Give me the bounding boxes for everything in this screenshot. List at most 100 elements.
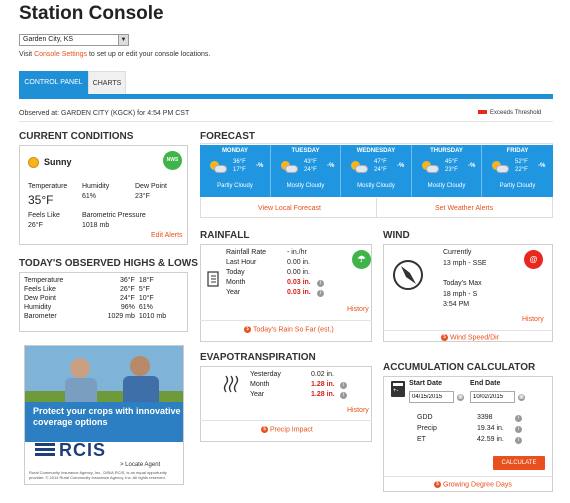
ad-headline: Protect your crops with innovative cover… <box>33 406 181 427</box>
rainfall-history-link[interactable]: History <box>347 306 369 313</box>
wind-swirl-icon: @ <box>524 250 543 269</box>
location-select[interactable]: Garden City, KS ▼ <box>19 34 129 46</box>
partly-cloudy-icon <box>208 159 228 175</box>
evapo-heading: EVAPOTRANSPIRATION <box>200 352 316 363</box>
wind-speed-dir-link[interactable]: $ Wind Speed/Dir <box>441 334 499 341</box>
console-settings-link[interactable]: Console Settings <box>34 51 87 58</box>
forecast-day-name: MONDAY <box>221 148 249 154</box>
calculate-button[interactable]: CALCULATE <box>493 456 545 470</box>
info-icon[interactable]: i <box>317 290 324 297</box>
forecast-temps: 43°F 24°F <box>304 158 317 174</box>
table-row: Temperature 36°F 18°F <box>22 276 185 285</box>
rain-value: 0.03 in. <box>287 289 311 296</box>
rainfall-heading: RAINFALL <box>200 230 250 241</box>
set-weather-alerts-link[interactable]: Set Weather Alerts <box>435 205 493 212</box>
calendar-icon[interactable]: ▦ <box>457 394 464 401</box>
forecast-temps: 45°F 23°F <box>445 158 458 174</box>
evapo-value: 1.28 in. <box>311 381 335 388</box>
forecast-high: 36°F <box>233 159 246 165</box>
rain-label: Last Hour <box>226 259 257 266</box>
divider <box>383 476 553 477</box>
rain-so-far-text: Today's Rain So Far (est.) <box>253 326 334 334</box>
forecast-desc: Mostly Cloudy <box>357 183 395 189</box>
table-row: Barometer 1029 mb 1010 mb <box>22 312 185 321</box>
end-date-field[interactable] <box>470 391 515 403</box>
forecast-day-name: THURSDAY <box>430 148 463 154</box>
advertisement[interactable]: Protect your crops with innovative cover… <box>24 345 184 485</box>
evapo-value: 0.02 in. <box>311 371 334 378</box>
row-low: 1010 mb <box>138 313 167 320</box>
row-label: Feels Like <box>24 286 56 293</box>
growing-degree-days-text: Growing Degree Days <box>443 481 512 489</box>
row-high: 36°F <box>119 277 135 284</box>
info-icon[interactable]: i <box>317 280 324 287</box>
evaporation-waves-icon <box>223 375 239 393</box>
forecast-heading: FORECAST <box>200 131 255 142</box>
precip-impact-link[interactable]: $ Precip Impact <box>261 426 313 433</box>
rain-so-far-link[interactable]: $ Today's Rain So Far (est.) <box>244 326 334 333</box>
forecast-day[interactable]: TUESDAY 43°F 24°F -% Mostly Cloudy <box>271 145 341 197</box>
forecast-low: 17°F <box>233 167 246 173</box>
forecast-precip-chance: -% <box>538 163 546 169</box>
locate-agent-link[interactable]: > Locate Agent <box>120 462 160 468</box>
settings-hint-prefix: Visit <box>19 51 33 58</box>
row-high: 96% <box>120 304 135 311</box>
forecast-temps: 52°F 22°F <box>515 158 528 174</box>
calculator-icon: +- <box>391 381 405 397</box>
page-title: Station Console <box>19 3 164 24</box>
sun-icon <box>28 157 39 168</box>
accum-value: 3398 <box>477 414 493 421</box>
rain-value: 0.03 in. <box>287 279 311 286</box>
feels-like-value: 26°F <box>28 222 43 229</box>
calendar-icon[interactable]: ▦ <box>518 394 525 401</box>
info-icon[interactable]: i <box>515 415 522 422</box>
mostly-cloudy-icon <box>349 159 369 175</box>
forecast-day-name: WEDNESDAY <box>356 148 396 154</box>
info-icon[interactable]: i <box>340 392 347 399</box>
forecast-day[interactable]: FRIDAY 52°F 22°F -% Partly Cloudy <box>482 145 553 197</box>
chevron-down-icon[interactable]: ▼ <box>118 35 128 45</box>
compass-icon <box>393 260 423 290</box>
row-label: Barometer <box>24 313 57 320</box>
divider <box>200 420 372 421</box>
table-row: Feels Like 26°F 5°F <box>22 285 185 294</box>
forecast-precip-chance: -% <box>397 163 405 169</box>
wind-max-time: 3:54 PM <box>443 301 470 308</box>
settings-hint: Visit Console Settings to set up or edit… <box>19 51 210 58</box>
forecast-desc: Partly Cloudy <box>499 183 536 189</box>
forecast-day[interactable]: WEDNESDAY 47°F 24°F -% Mostly Cloudy <box>341 145 412 197</box>
forecast-day-name: FRIDAY <box>506 148 529 154</box>
forecast-desc: Mostly Cloudy <box>427 183 466 189</box>
rain-gauge-icon <box>207 271 219 287</box>
forecast-high: 52°F <box>515 159 528 165</box>
dollar-icon: $ <box>261 426 268 433</box>
rain-cloud-icon: ☂ <box>352 250 371 269</box>
forecast-precip-chance: -% <box>468 163 476 169</box>
evapo-history-link[interactable]: History <box>347 407 369 414</box>
start-date-field[interactable] <box>409 391 454 403</box>
view-local-forecast-link[interactable]: View Local Forecast <box>258 205 321 212</box>
forecast-day[interactable]: MONDAY 36°F 17°F -% Partly Cloudy <box>200 145 271 197</box>
divider <box>200 320 372 321</box>
condition-text: Sunny <box>44 157 72 167</box>
tab-control-panel[interactable]: CONTROL PANEL <box>19 71 88 94</box>
info-icon[interactable]: i <box>340 382 347 389</box>
row-high: 24°F <box>119 295 135 302</box>
info-icon[interactable]: i <box>515 426 522 433</box>
forecast-precip-chance: -% <box>327 163 335 169</box>
forecast-desc: Mostly Cloudy <box>286 183 325 189</box>
dollar-icon: $ <box>244 326 251 333</box>
nws-badge-icon[interactable]: NWS <box>163 151 182 170</box>
info-icon[interactable]: i <box>515 437 522 444</box>
forecast-day[interactable]: THURSDAY 45°F 23°F -% Mostly Cloudy <box>412 145 482 197</box>
edit-alerts-link[interactable]: Edit Alerts <box>151 232 183 239</box>
wind-history-link[interactable]: History <box>522 316 544 323</box>
growing-degree-days-link[interactable]: $ Growing Degree Days <box>434 481 512 488</box>
rain-value: - in./hr <box>287 249 307 256</box>
highs-lows-heading: TODAY'S OBSERVED HIGHS & LOWS <box>19 258 198 269</box>
rain-label: Year <box>226 289 241 296</box>
rain-value: 0.00 in. <box>287 259 310 266</box>
tab-charts[interactable]: CHARTS <box>88 71 126 94</box>
wind-current-label: Currently <box>443 249 472 256</box>
table-row: Dew Point 24°F 10°F <box>22 294 185 303</box>
